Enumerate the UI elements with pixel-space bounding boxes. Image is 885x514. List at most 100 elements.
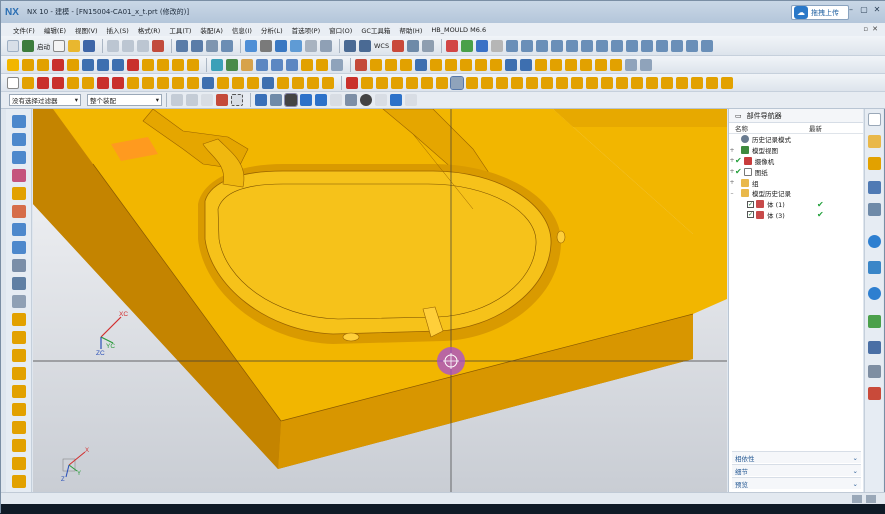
measure-icon[interactable] xyxy=(422,39,435,52)
nav-node-model-history[interactable]: – 模型历史记录 xyxy=(729,188,863,199)
hole-icon[interactable] xyxy=(52,58,64,71)
snap-intersect-icon[interactable] xyxy=(330,94,342,106)
graphics-viewport[interactable]: XC YC ZC X Y Z xyxy=(33,109,727,492)
left-tool-17-icon[interactable] xyxy=(12,403,26,416)
left-tool-6-icon[interactable] xyxy=(12,205,26,218)
mould-tool-13-icon[interactable] xyxy=(671,39,684,52)
rectangle-select-icon[interactable] xyxy=(231,94,243,106)
mold-feature-7-icon[interactable] xyxy=(625,58,637,71)
menu-information[interactable]: 信息(I) xyxy=(232,25,252,35)
snap-quadrant-icon[interactable] xyxy=(360,94,372,106)
tube-icon[interactable] xyxy=(82,76,94,89)
snap-midpoint-icon[interactable] xyxy=(300,94,312,106)
hb-tool-22-icon[interactable] xyxy=(661,76,673,89)
wcs-label[interactable]: WCS xyxy=(374,42,389,50)
select-all-icon[interactable] xyxy=(171,94,183,106)
hb-tool-21-icon[interactable] xyxy=(646,76,658,89)
web-browser-icon[interactable] xyxy=(868,235,881,248)
start-label[interactable]: 启动 xyxy=(37,41,50,51)
left-tool-20-icon[interactable] xyxy=(12,457,26,470)
reuse-library-icon[interactable] xyxy=(868,203,881,216)
deselect-icon[interactable] xyxy=(186,94,198,106)
shell-icon[interactable] xyxy=(172,58,184,71)
left-tool-18-icon[interactable] xyxy=(12,421,26,434)
scope-select[interactable]: 整个装配 ▾ xyxy=(87,94,162,106)
soft-blend-icon[interactable] xyxy=(247,76,259,89)
hb-tool-23-icon[interactable] xyxy=(676,76,688,89)
pattern-icon[interactable] xyxy=(301,58,313,71)
patch-icon[interactable] xyxy=(445,58,457,71)
mould-tool-5-icon[interactable] xyxy=(551,39,564,52)
surface-1-icon[interactable] xyxy=(370,58,382,71)
cut-icon[interactable] xyxy=(107,39,119,52)
render-style-icon[interactable] xyxy=(290,39,302,52)
mould-tool-6-icon[interactable] xyxy=(566,39,579,52)
nav-node-history-mode[interactable]: 历史记录模式 xyxy=(729,134,863,145)
nav-node-body-3[interactable]: ✓ 体 (3) ✔ xyxy=(729,210,863,221)
blank-icon[interactable] xyxy=(7,76,19,89)
left-tool-4-icon[interactable] xyxy=(12,169,26,182)
left-tool-13-icon[interactable] xyxy=(12,331,26,344)
status-icon-2[interactable] xyxy=(866,495,876,503)
cone-icon[interactable] xyxy=(52,76,64,89)
collapse-icon[interactable]: – xyxy=(729,190,735,197)
hb-tool-10-icon[interactable] xyxy=(481,76,493,89)
menu-format[interactable]: 格式(R) xyxy=(138,25,161,35)
mould-tool-3-icon[interactable] xyxy=(521,39,534,52)
hb-tool-7-icon[interactable] xyxy=(436,76,448,89)
redo-icon[interactable] xyxy=(191,39,203,52)
snap-control-icon[interactable] xyxy=(315,94,327,106)
view-orient-icon[interactable] xyxy=(275,39,287,52)
boss-icon[interactable] xyxy=(67,58,79,71)
emboss-icon[interactable] xyxy=(187,76,199,89)
menu-window[interactable]: 窗口(O) xyxy=(329,25,352,35)
offset-face-icon[interactable] xyxy=(241,58,253,71)
history-palette-icon[interactable] xyxy=(868,261,881,274)
synchronous-icon[interactable] xyxy=(505,58,517,71)
snap-bounded-icon[interactable] xyxy=(405,94,417,106)
mould-tool-4-icon[interactable] xyxy=(536,39,549,52)
nav-node-model-views[interactable]: + 模型视图 xyxy=(729,145,863,156)
hb-tool-25-icon[interactable] xyxy=(706,76,718,89)
label-feature-icon[interactable] xyxy=(292,76,304,89)
zoom-icon[interactable] xyxy=(260,39,272,52)
left-tool-7-icon[interactable] xyxy=(12,223,26,236)
chamfer-icon[interactable] xyxy=(157,58,169,71)
rib-icon[interactable] xyxy=(157,76,169,89)
mould-tool-15-icon[interactable] xyxy=(701,39,714,52)
mould-tool-2-icon[interactable] xyxy=(506,39,519,52)
left-tool-15-icon[interactable] xyxy=(12,367,26,380)
text-feature-icon[interactable] xyxy=(307,76,319,89)
snap-center-icon[interactable] xyxy=(345,94,357,106)
snap-point-on-curve-icon[interactable] xyxy=(375,94,387,106)
close-button[interactable]: ✕ xyxy=(872,5,882,15)
split-body-icon[interactable] xyxy=(460,58,472,71)
hb-tool-15-icon[interactable] xyxy=(556,76,568,89)
nav-node-cameras[interactable]: + ✔ 摄像机 xyxy=(729,156,863,167)
face-blend-icon[interactable] xyxy=(232,76,244,89)
open-file-icon[interactable] xyxy=(68,39,80,52)
navigator-pin-icon[interactable]: ▭ xyxy=(735,112,742,120)
snap-point-icon[interactable] xyxy=(392,39,405,52)
thread-icon[interactable] xyxy=(322,76,334,89)
mould-tool-7-icon[interactable] xyxy=(581,39,594,52)
groove-icon[interactable] xyxy=(97,76,109,89)
fit-view-icon[interactable] xyxy=(245,39,257,52)
mold-feature-2-icon[interactable] xyxy=(550,58,562,71)
mold-feature-4-icon[interactable] xyxy=(580,58,592,71)
start-icon[interactable] xyxy=(22,39,34,52)
thicken-icon[interactable] xyxy=(430,58,442,71)
draft-icon[interactable] xyxy=(187,58,199,71)
snap-endpoint-icon[interactable] xyxy=(284,93,298,107)
revolve-icon[interactable] xyxy=(37,58,49,71)
menu-help[interactable]: 帮助(H) xyxy=(399,25,422,35)
repeat-icon[interactable] xyxy=(206,39,218,52)
offset-region-icon[interactable] xyxy=(202,76,214,89)
select-feature-icon[interactable] xyxy=(216,94,228,106)
roles-icon[interactable] xyxy=(868,365,881,378)
snap-point-on-face-icon[interactable] xyxy=(390,94,402,106)
left-tool-8-icon[interactable] xyxy=(12,241,26,254)
menu-preferences[interactable]: 首选项(P) xyxy=(292,25,321,35)
section-dependencies[interactable]: 相依性 ⌄ xyxy=(732,451,861,463)
system-materials-icon[interactable] xyxy=(868,315,881,328)
